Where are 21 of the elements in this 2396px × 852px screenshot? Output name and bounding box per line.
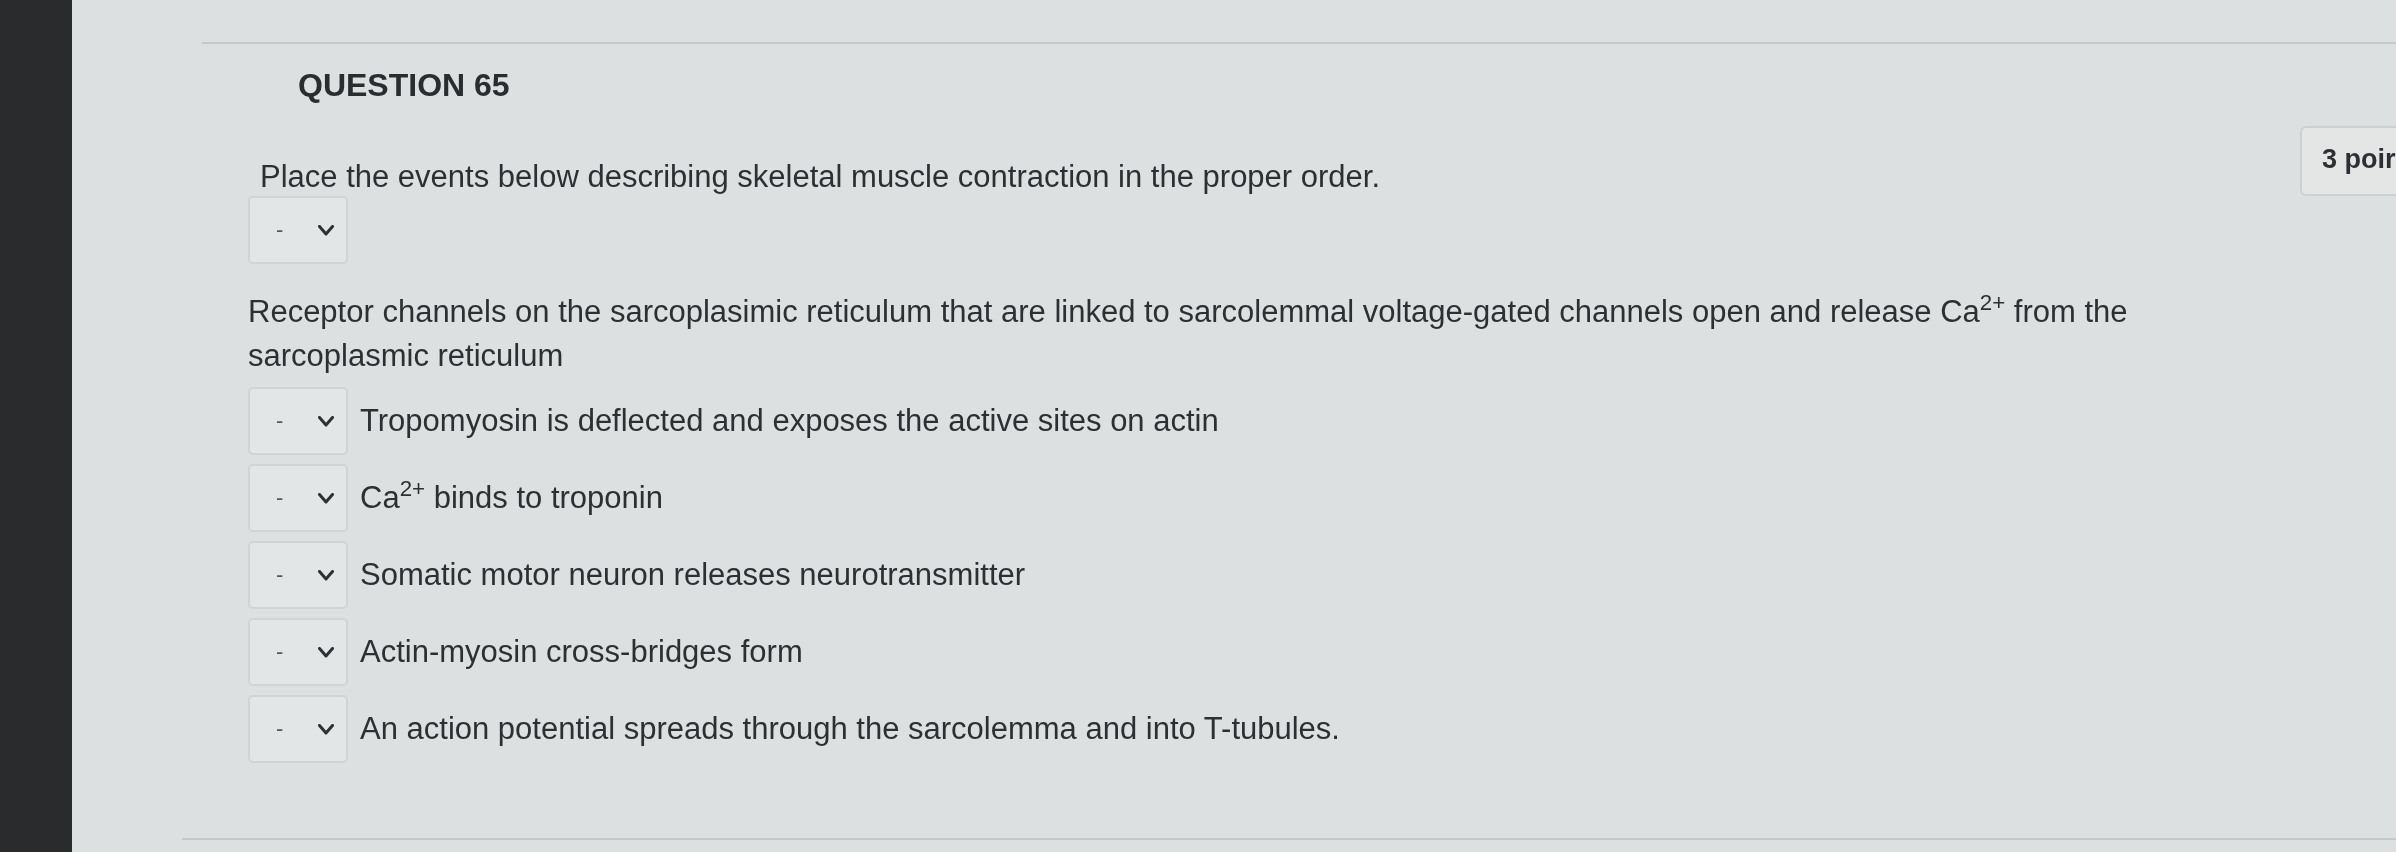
caret-icon [318,569,334,581]
order-dropdown[interactable]: - [248,541,348,609]
order-dropdown[interactable]: - [248,618,348,686]
caret-icon [318,492,334,504]
caret-icon [318,646,334,658]
caret-icon [318,224,334,236]
event-text: Tropomyosin is deflected and exposes the active sites on actin [360,402,1219,440]
order-dropdown[interactable]: - [248,387,348,455]
order-dropdown[interactable]: - [248,695,348,763]
event-text: Ca$^{2+}$ binds to troponin [360,476,663,517]
event-text: Actin-myosin cross-bridges form [360,633,803,671]
event-text: Receptor channels on the sarcoplasimic reticulum that are linked to sarcolemmal voltage-gated channels open and release Ca$^{2+}$ from the sarcoplasmic reticulum [248,290,2129,375]
question-prompt: Place the events below describing skeletal muscle contraction in the proper order. [260,158,1381,196]
caret-icon [318,415,334,427]
caret-icon [318,723,334,735]
event-text: Somatic motor neuron releases neurotransmitter [360,556,1026,594]
event-text: An action potential spreads through the sarcolemma and into T-tubules. [360,710,1340,748]
question-title: QUESTION 65 [298,66,510,104]
points-label: 3 poir [2300,126,2396,196]
order-dropdown[interactable]: - [248,196,348,264]
order-dropdown[interactable]: - [248,464,348,532]
